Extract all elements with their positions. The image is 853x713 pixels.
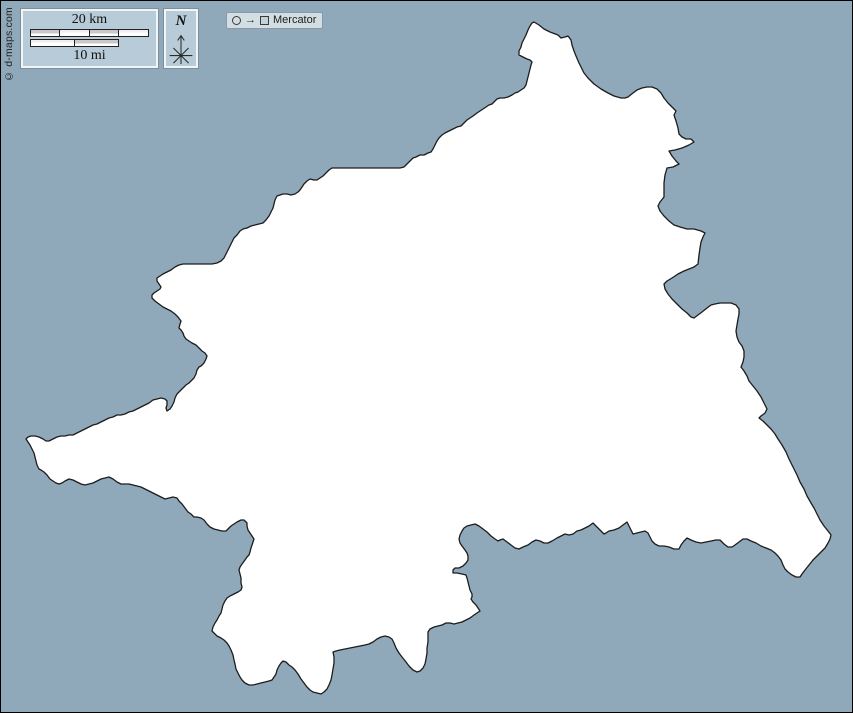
- map-page: 20 km 10 mi N → Mercator © d-maps.com: [0, 0, 853, 713]
- scale-km-label: 20 km: [30, 12, 149, 28]
- circle-icon: [232, 16, 241, 25]
- arrow-right-icon: →: [245, 15, 256, 26]
- km-scale-bar: [30, 29, 149, 37]
- map-canvas: [1, 1, 853, 713]
- north-label: N: [176, 12, 187, 30]
- north-arrow-icon: [168, 30, 194, 66]
- projection-chip: → Mercator: [226, 12, 323, 29]
- attribution: © d-maps.com: [3, 7, 15, 82]
- scale-bar: 20 km 10 mi: [21, 9, 158, 68]
- north-compass: N: [164, 9, 198, 68]
- projection-label: Mercator: [273, 15, 316, 26]
- square-icon: [260, 16, 269, 25]
- mi-scale-bar: [30, 39, 119, 47]
- scale-mi-label: 10 mi: [30, 48, 149, 64]
